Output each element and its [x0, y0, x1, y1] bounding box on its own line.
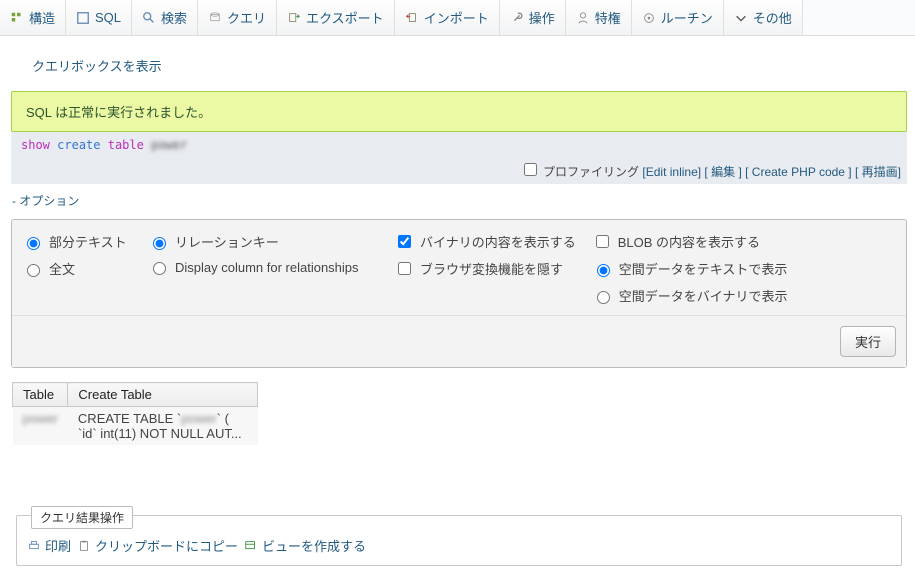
success-text: SQL は正常に実行されました。: [26, 105, 211, 120]
cell-ddl-line1: CREATE TABLE `power` (: [78, 411, 248, 426]
edit-link[interactable]: 編集: [711, 165, 735, 179]
tab-export[interactable]: エクスポート: [277, 0, 395, 35]
opt-hide-browser-conv[interactable]: ブラウザ変換機能を隠す: [394, 259, 576, 278]
opt-relkey-radio[interactable]: [153, 237, 166, 250]
print-link[interactable]: 印刷: [27, 536, 71, 555]
opt-partial-text[interactable]: 部分テキスト: [22, 232, 132, 251]
show-query-box-link[interactable]: クエリボックスを表示: [32, 59, 162, 74]
sql-kw-show: show: [21, 138, 50, 152]
opt-blob-check[interactable]: [596, 235, 609, 248]
sql-kw-table: table: [108, 138, 144, 152]
create-php-link[interactable]: Create PHP code: [752, 165, 845, 179]
tab-label: ルーチン: [661, 8, 713, 27]
sql-toolbar: プロファイリング [Edit inline] [ 編集 ] [ Create P…: [11, 156, 907, 184]
tab-query[interactable]: クエリ: [198, 0, 277, 35]
user-icon: [576, 11, 590, 25]
sql-icon: [76, 11, 90, 25]
export-icon: [287, 11, 301, 25]
opt-relation-key[interactable]: リレーションキー: [148, 232, 378, 251]
copy-clipboard-link[interactable]: クリップボードにコピー: [77, 536, 238, 555]
table-row: power CREATE TABLE `power` ( `id` int(11…: [13, 407, 258, 446]
import-icon: [405, 11, 419, 25]
result-grid: Table Create Table power CREATE TABLE `p…: [12, 382, 258, 445]
profiling-checkbox[interactable]: [524, 163, 537, 176]
refresh-link[interactable]: 再描画: [862, 165, 898, 179]
opt-geombin-radio[interactable]: [597, 291, 610, 304]
cell-table-name: power: [23, 411, 58, 426]
tab-label: クエリ: [227, 8, 266, 27]
tab-label: 構造: [29, 8, 55, 27]
col-table[interactable]: Table: [13, 383, 68, 407]
structure-icon: [10, 11, 24, 25]
tab-more[interactable]: その他: [724, 0, 803, 35]
print-icon: [27, 539, 41, 553]
opt-geomtext-radio[interactable]: [597, 264, 610, 277]
opt-partial-radio[interactable]: [27, 237, 40, 250]
clipboard-icon: [77, 539, 91, 553]
opt-full-text[interactable]: 全文: [22, 259, 132, 278]
tab-label: エクスポート: [306, 8, 384, 27]
search-icon: [142, 11, 156, 25]
query-results-ops: クエリ結果操作 印刷 クリップボードにコピー ビューを作成する: [16, 515, 902, 566]
tab-label: その他: [753, 8, 792, 27]
tab-privileges[interactable]: 特権: [566, 0, 632, 35]
execute-button[interactable]: 実行: [840, 326, 896, 357]
create-view-link[interactable]: ビューを作成する: [244, 536, 366, 555]
tab-search[interactable]: 検索: [132, 0, 198, 35]
more-icon: [734, 11, 748, 25]
tab-label: 操作: [529, 8, 555, 27]
edit-inline-link[interactable]: Edit inline: [646, 165, 698, 179]
top-tabs: 構造 SQL 検索 クエリ エクスポート インポート 操作: [0, 0, 915, 36]
wrench-icon: [510, 11, 524, 25]
tab-label: インポート: [424, 8, 489, 27]
profiling-text: プロファイリング: [543, 165, 639, 179]
opt-show-blob[interactable]: BLOB の内容を表示する: [592, 232, 788, 251]
opt-geom-text[interactable]: 空間データをテキストで表示: [592, 259, 788, 278]
sql-target: power: [151, 138, 187, 152]
sql-echo: show create table power: [11, 132, 907, 156]
opt-binary-check[interactable]: [398, 235, 411, 248]
opt-show-binary[interactable]: バイナリの内容を表示する: [394, 232, 576, 251]
opt-display-column[interactable]: Display column for relationships: [148, 259, 378, 275]
tab-routines[interactable]: ルーチン: [632, 0, 724, 35]
tab-label: 検索: [161, 8, 187, 27]
query-icon: [208, 11, 222, 25]
opt-dispcol-radio[interactable]: [153, 262, 166, 275]
success-banner: SQL は正常に実行されました。: [11, 91, 907, 132]
opt-hideconv-check[interactable]: [398, 262, 411, 275]
tab-import[interactable]: インポート: [395, 0, 500, 35]
view-icon: [244, 539, 258, 553]
options-toggle[interactable]: - オプション: [8, 184, 83, 217]
query-results-legend: クエリ結果操作: [31, 506, 133, 529]
routine-icon: [642, 11, 656, 25]
cell-ddl-line2: `id` int(11) NOT NULL AUT...: [78, 426, 248, 441]
options-panel: 部分テキスト 全文 リレーションキー Display column for re…: [11, 219, 907, 368]
opt-geom-binary[interactable]: 空間データをバイナリで表示: [592, 286, 788, 305]
tab-operations[interactable]: 操作: [500, 0, 566, 35]
opt-full-radio[interactable]: [27, 264, 40, 277]
sql-kw-create: create: [57, 138, 100, 152]
col-create-table[interactable]: Create Table: [68, 383, 258, 407]
tab-label: SQL: [95, 10, 121, 25]
tab-structure[interactable]: 構造: [0, 0, 66, 35]
tab-label: 特権: [595, 8, 621, 27]
profiling-checkbox-label[interactable]: プロファイリング: [520, 165, 643, 179]
tab-sql[interactable]: SQL: [66, 0, 132, 35]
